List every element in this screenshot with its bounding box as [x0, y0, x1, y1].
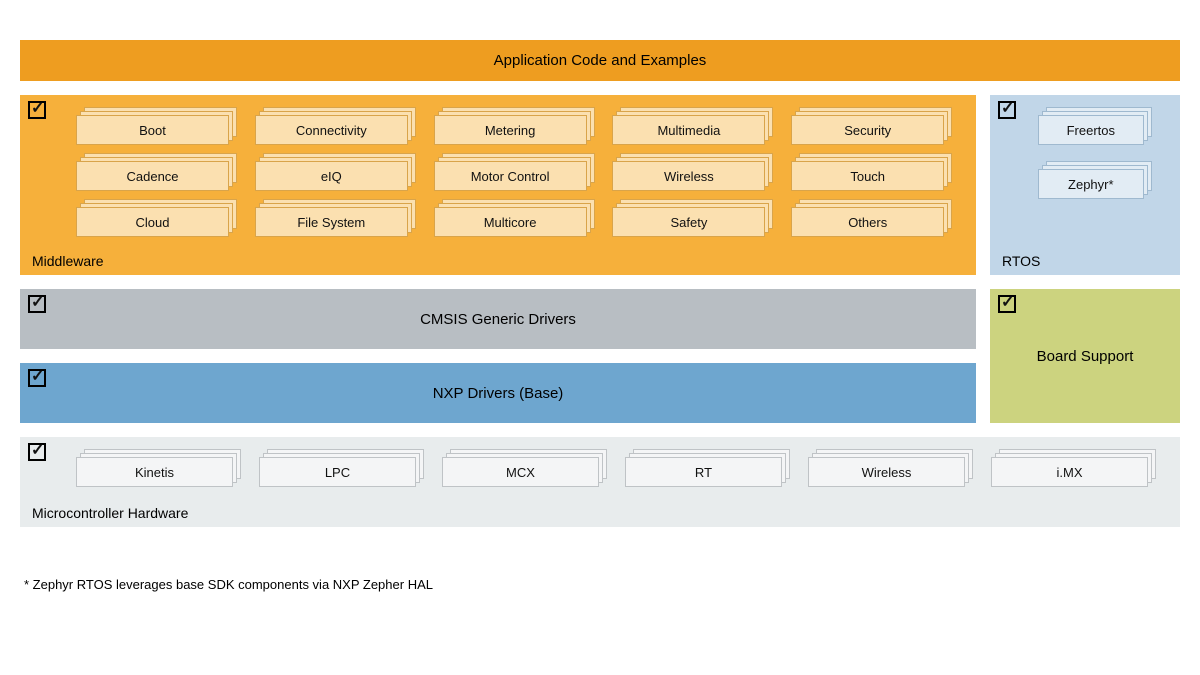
rtos-item: Zephyr*: [1038, 161, 1158, 201]
footnote: * Zephyr RTOS leverages base SDK compone…: [24, 577, 1180, 592]
hardware-item: LPC: [259, 449, 426, 485]
hardware-item: Wireless: [808, 449, 975, 485]
middleware-item-label: Safety: [670, 215, 707, 230]
hardware-item-label: Kinetis: [135, 465, 174, 480]
nxp-drivers-label: NXP Drivers (Base): [433, 385, 564, 402]
hardware-item-label: i.MX: [1056, 465, 1082, 480]
middleware-item-label: Multicore: [484, 215, 537, 230]
middleware-item: Multicore: [434, 199, 597, 235]
hardware-block: Kinetis LPC MCX RT Wireless i.MX Microcontrol…: [20, 437, 1180, 527]
cmsis-label: CMSIS Generic Drivers: [420, 311, 576, 328]
middleware-item: Security: [791, 107, 954, 143]
check-icon: [998, 101, 1016, 119]
check-icon: [998, 295, 1016, 313]
middleware-item: File System: [255, 199, 418, 235]
hardware-item: Kinetis: [76, 449, 243, 485]
rtos-item-label: Freertos: [1067, 123, 1115, 138]
middleware-item-label: Cadence: [126, 169, 178, 184]
rtos-label: RTOS: [1002, 253, 1040, 269]
middleware-item-label: Multimedia: [657, 123, 720, 138]
middleware-item-label: Wireless: [664, 169, 714, 184]
middleware-item-label: eIQ: [321, 169, 342, 184]
board-support-block: Board Support: [990, 289, 1180, 423]
middleware-item: eIQ: [255, 153, 418, 189]
middleware-item-label: Cloud: [136, 215, 170, 230]
middleware-item: Cadence: [76, 153, 239, 189]
hardware-item: i.MX: [991, 449, 1158, 485]
hardware-item-label: LPC: [325, 465, 350, 480]
middleware-item: Metering: [434, 107, 597, 143]
middleware-item: Boot: [76, 107, 239, 143]
middleware-item: Others: [791, 199, 954, 235]
middleware-item-label: Motor Control: [471, 169, 550, 184]
middleware-item: Safety: [612, 199, 775, 235]
middleware-item-label: Security: [844, 123, 891, 138]
hardware-item-label: MCX: [506, 465, 535, 480]
hardware-item: RT: [625, 449, 792, 485]
board-support-label: Board Support: [1037, 348, 1134, 365]
middleware-label: Middleware: [32, 253, 104, 269]
middleware-item: Connectivity: [255, 107, 418, 143]
check-icon: [28, 295, 46, 313]
middleware-item: Motor Control: [434, 153, 597, 189]
hardware-item-label: RT: [695, 465, 712, 480]
rtos-block: Freertos Zephyr* RTOS: [990, 95, 1180, 275]
check-icon: [28, 369, 46, 387]
rtos-item: Freertos: [1038, 107, 1158, 147]
nxp-drivers-block: NXP Drivers (Base): [20, 363, 976, 423]
middleware-item: Multimedia: [612, 107, 775, 143]
hardware-item-label: Wireless: [862, 465, 912, 480]
middleware-item-label: Boot: [139, 123, 166, 138]
banner-label: Application Code and Examples: [494, 52, 707, 69]
middleware-item: Touch: [791, 153, 954, 189]
rtos-item-label: Zephyr*: [1068, 177, 1114, 192]
middleware-item: Cloud: [76, 199, 239, 235]
middleware-item-label: Others: [848, 215, 887, 230]
cmsis-block: CMSIS Generic Drivers: [20, 289, 976, 349]
middleware-item-label: Touch: [850, 169, 885, 184]
middleware-item-label: Metering: [485, 123, 536, 138]
middleware-item: Wireless: [612, 153, 775, 189]
middleware-item-label: Connectivity: [296, 123, 367, 138]
diagram-container: Application Code and Examples Boot Connec…: [20, 40, 1180, 592]
application-code-banner: Application Code and Examples: [20, 40, 1180, 81]
middleware-item-label: File System: [297, 215, 365, 230]
check-icon: [28, 101, 46, 119]
check-icon: [28, 443, 46, 461]
middleware-block: Boot Connectivity Metering Multimedia Securi…: [20, 95, 976, 275]
hardware-item: MCX: [442, 449, 609, 485]
hardware-label: Microcontroller Hardware: [32, 505, 188, 521]
